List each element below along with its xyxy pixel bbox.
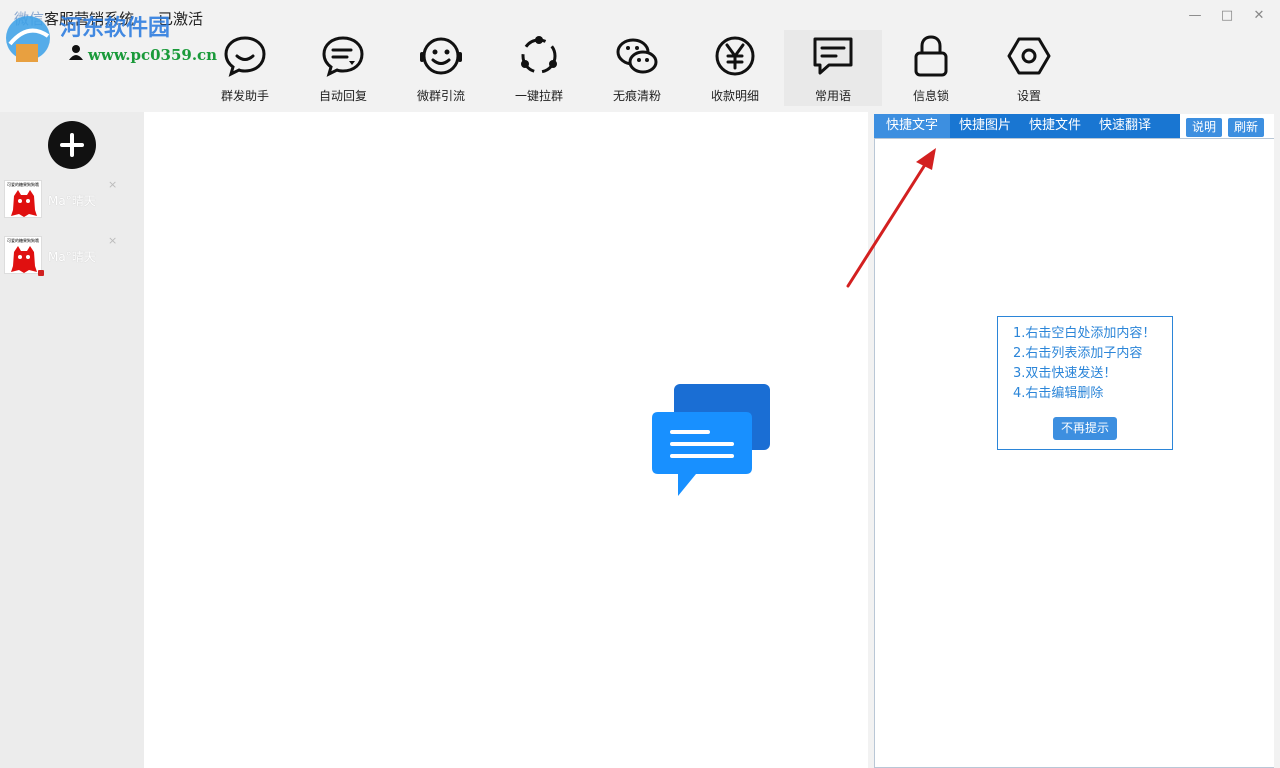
window-controls: — □ ✕ (1184, 4, 1270, 26)
tip-line: 4.右击编辑删除 (1013, 386, 1104, 401)
watermark-text: 河东软件园 (60, 15, 171, 41)
group-circle-icon (521, 36, 557, 74)
tool-clean-fans[interactable]: 无痕清粉 (588, 30, 686, 106)
refresh-button[interactable]: 刷新 (1228, 118, 1265, 137)
tip-line: 2.右击列表添加子内容 (1013, 346, 1143, 361)
red-monster-icon (11, 246, 37, 273)
tool-mass-send[interactable]: 群发助手 (196, 30, 294, 106)
tool-info-lock[interactable]: 信息锁 (882, 30, 980, 106)
account-item[interactable]: 可爱的糖果狗狗哦 Ma°晴天 × (4, 234, 120, 278)
account-name: Ma°晴天 (48, 194, 96, 208)
chat-bubble-icon (224, 36, 266, 77)
chat-bubbles-icon (652, 384, 770, 496)
tab-quick-file[interactable]: 快捷文件 (1020, 114, 1090, 138)
tool-label: 信息锁 (912, 89, 949, 103)
wechat-icon (616, 38, 658, 74)
gear-icon (1007, 37, 1051, 75)
tool-settings[interactable]: 设置 (980, 30, 1078, 106)
panel-tabs: 快捷文字 快捷图片 快捷文件 快速翻译 (874, 114, 1180, 138)
yen-icon (715, 36, 755, 76)
tool-one-click-group[interactable]: 一键拉群 (490, 30, 588, 106)
avatar: 可爱的糖果狗狗哦 (4, 180, 42, 218)
tool-label: 无痕清粉 (612, 89, 661, 103)
help-button[interactable]: 说明 (1186, 118, 1223, 137)
tool-label: 设置 (1016, 89, 1041, 103)
watermark: 河东软件园 www.pc0359.cn (0, 6, 217, 66)
add-account-button[interactable] (48, 121, 96, 169)
account-item[interactable]: 可爱的糖果狗狗哦 Ma°晴天 × (4, 178, 120, 222)
tool-group-traffic[interactable]: 微群引流 (392, 30, 490, 106)
tool-auto-reply[interactable]: 自动回复 (294, 30, 392, 106)
usage-tips-box: 1.右击空白处添加内容！ 2.右击列表添加子内容 3.双击快速发送！ 4.右击编… (997, 316, 1173, 450)
phrases-list-area[interactable]: 1.右击空白处添加内容！ 2.右击列表添加子内容 3.双击快速发送！ 4.右击编… (874, 138, 1274, 768)
tool-payment-details[interactable]: 收款明细 (686, 30, 784, 106)
auto-reply-icon (322, 36, 364, 77)
red-monster-icon (11, 190, 37, 217)
smiley-icon (420, 37, 462, 75)
tip-line: 1.右击空白处添加内容！ (1013, 326, 1156, 341)
close-button[interactable]: ✕ (1248, 4, 1270, 26)
tool-label: 自动回复 (318, 89, 367, 103)
tab-quick-image[interactable]: 快捷图片 (950, 114, 1020, 138)
message-text-icon (813, 37, 853, 75)
online-status-dot (38, 270, 44, 276)
tool-label: 常用语 (814, 89, 851, 103)
remove-account-button[interactable]: × (108, 234, 117, 247)
quick-phrases-panel: 快捷文字 快捷图片 快捷文件 快速翻译 说明 刷新 1.右击空白处添加内容！ 2… (874, 114, 1274, 768)
lock-icon (914, 35, 948, 77)
dont-show-again-button[interactable]: 不再提示 (1053, 417, 1118, 440)
maximize-button[interactable]: □ (1216, 4, 1238, 26)
main-toolbar: 群发助手 自动回复 微群引流 一键拉群 无痕清粉 收款明细 常用语 信息锁 设置 (196, 30, 1078, 106)
tab-quick-translate[interactable]: 快速翻译 (1090, 114, 1160, 138)
tool-label: 收款明细 (710, 89, 759, 103)
main-content (144, 112, 868, 768)
top-bar: 微信客服营销系统已激活 河东软件园 www.pc0359.cn — □ ✕ 群发… (0, 0, 1280, 112)
tool-common-phrases[interactable]: 常用语 (784, 30, 882, 106)
tool-label: 微群引流 (416, 89, 465, 103)
tab-quick-text[interactable]: 快捷文字 (874, 114, 951, 138)
remove-account-button[interactable]: × (108, 178, 117, 191)
minimize-button[interactable]: — (1184, 4, 1206, 26)
tool-label: 一键拉群 (514, 89, 563, 103)
account-name: Ma°晴天 (48, 250, 96, 264)
watermark-logo-icon (6, 16, 50, 62)
account-sidebar: 可爱的糖果狗狗哦 Ma°晴天 × 可爱的糖果狗狗哦 Ma°晴天 × (0, 112, 144, 768)
user-silhouette-icon (69, 45, 83, 60)
avatar: 可爱的糖果狗狗哦 (4, 236, 42, 274)
tool-label: 群发助手 (220, 89, 269, 103)
tip-line: 3.双击快速发送！ (1013, 366, 1117, 381)
